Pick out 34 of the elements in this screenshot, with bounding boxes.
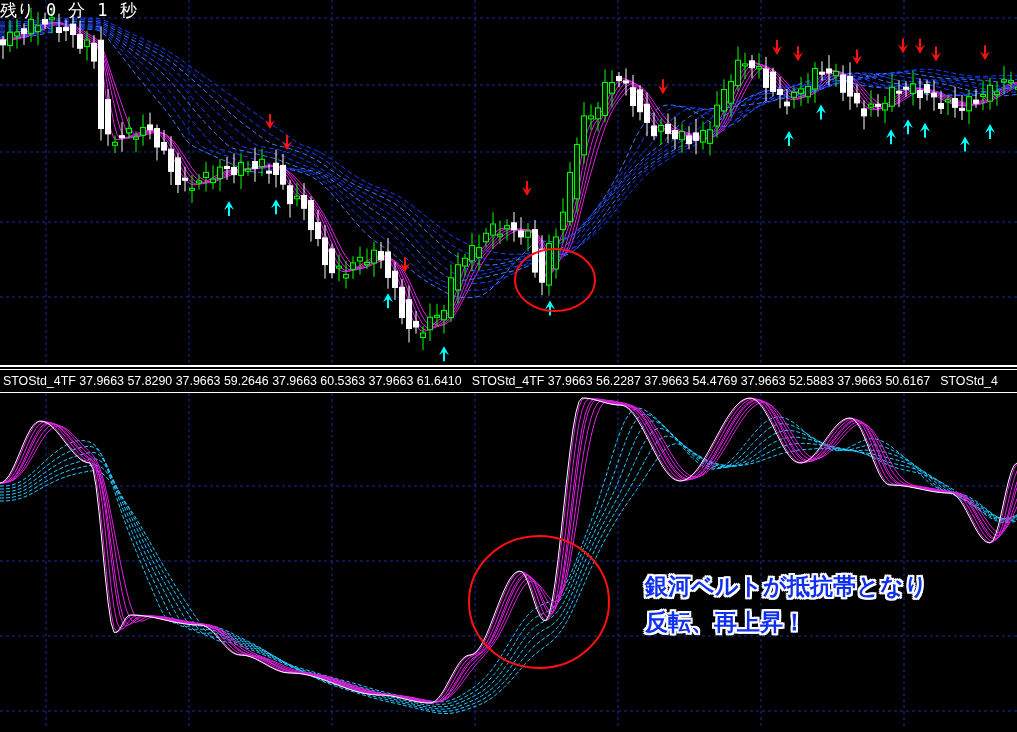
up-arrow-icon: [784, 130, 794, 146]
annotation-text: 反転、再上昇！: [645, 608, 807, 637]
up-arrow-icon: [886, 129, 896, 145]
countdown-minutes: 0: [46, 0, 57, 20]
down-arrow-icon: [282, 135, 292, 151]
up-arrow-icon: [903, 119, 913, 135]
countdown-label: 残り: [0, 0, 34, 20]
down-arrow-icon: [852, 49, 862, 65]
up-arrow-icon: [960, 136, 970, 152]
seconds-unit: 秒: [119, 0, 137, 20]
up-arrow-icon: [985, 124, 995, 139]
up-arrow-icon: [271, 199, 281, 215]
down-arrow-icon: [980, 45, 990, 61]
minutes-unit: 分: [68, 0, 86, 20]
up-arrow-icon: [383, 293, 393, 309]
indicator-label: STOStd_4: [940, 374, 998, 388]
down-arrow-icon: [400, 257, 410, 273]
up-arrow-icon: [920, 122, 930, 138]
down-arrow-icon: [772, 39, 782, 55]
up-arrow-icon: [545, 300, 555, 316]
up-arrow-icon: [816, 104, 826, 120]
indicator-label: STOStd_4TF 37.9663 57.8290 37.9663 59.2646 37.9663 60.5363 37.9663 61.6410: [3, 374, 462, 388]
down-arrow-icon: [931, 46, 941, 62]
down-arrow-icon: [265, 114, 275, 129]
up-arrow-icon: [439, 346, 449, 362]
down-arrow-icon: [522, 180, 532, 196]
indicator-label: STOStd_4TF 37.9663 56.2287 37.9663 54.4769 37.9663 52.5883 37.9663 50.6167: [471, 374, 931, 388]
down-arrow-icon: [898, 38, 908, 54]
annotation-text: 銀河ベルトが抵抗帯となり: [645, 572, 928, 601]
down-arrow-icon: [915, 38, 925, 54]
countdown-seconds: 1: [97, 0, 108, 20]
down-arrow-icon: [793, 46, 803, 62]
up-arrow-icon: [224, 201, 234, 216]
down-arrow-icon: [658, 79, 668, 95]
